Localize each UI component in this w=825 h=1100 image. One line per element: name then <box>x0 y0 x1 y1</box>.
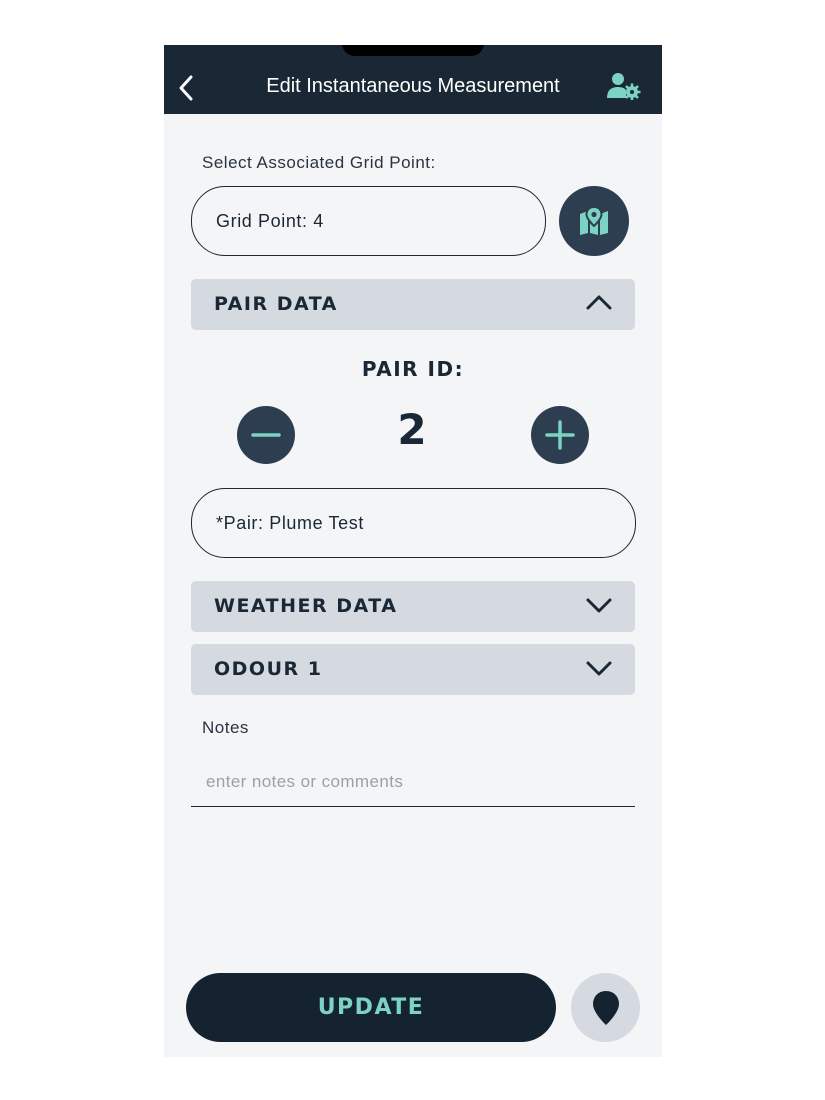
pair-select[interactable]: *Pair: Plume Test <box>191 488 636 558</box>
location-button[interactable] <box>571 973 640 1042</box>
section-weather-data[interactable]: WEATHER DATA <box>191 581 635 632</box>
map-button[interactable] <box>559 186 629 256</box>
header-bar: Edit Instantaneous Measurement <box>164 45 662 114</box>
back-button[interactable] <box>174 71 200 105</box>
grid-point-value: Grid Point: 4 <box>216 210 324 231</box>
increment-button[interactable] <box>531 406 589 464</box>
section-odour-1[interactable]: ODOUR 1 <box>191 644 635 695</box>
user-cog-icon <box>607 73 641 101</box>
section-title: ODOUR 1 <box>214 658 323 680</box>
grid-point-select[interactable]: Grid Point: 4 <box>191 186 546 256</box>
pair-value: *Pair: Plume Test <box>216 512 364 533</box>
notes-label: Notes <box>202 718 249 737</box>
minus-icon <box>251 433 281 437</box>
chevron-down-icon <box>586 598 612 613</box>
chevron-left-icon <box>179 75 193 101</box>
grid-point-label: Select Associated Grid Point: <box>202 153 436 172</box>
pair-id-label: PAIR ID: <box>361 357 465 381</box>
app-screen: Edit Instantaneous Measurement Select As… <box>164 45 662 1057</box>
plus-icon <box>545 420 575 450</box>
location-pin-icon <box>592 990 619 1025</box>
section-title: PAIR DATA <box>214 293 338 315</box>
decrement-button[interactable] <box>237 406 295 464</box>
update-label: UPDATE <box>317 995 425 1020</box>
map-pin-icon <box>580 206 608 235</box>
section-title: WEATHER DATA <box>214 595 398 617</box>
section-pair-data[interactable]: PAIR DATA <box>191 279 635 330</box>
notes-input[interactable] <box>191 757 635 807</box>
pair-id-value: 2 <box>397 405 427 454</box>
update-button[interactable]: UPDATE <box>186 973 556 1042</box>
device-notch <box>342 45 484 56</box>
user-settings-button[interactable] <box>607 72 641 101</box>
chevron-down-icon <box>586 661 612 676</box>
chevron-up-icon <box>586 295 612 310</box>
page-title: Edit Instantaneous Measurement <box>266 75 560 97</box>
